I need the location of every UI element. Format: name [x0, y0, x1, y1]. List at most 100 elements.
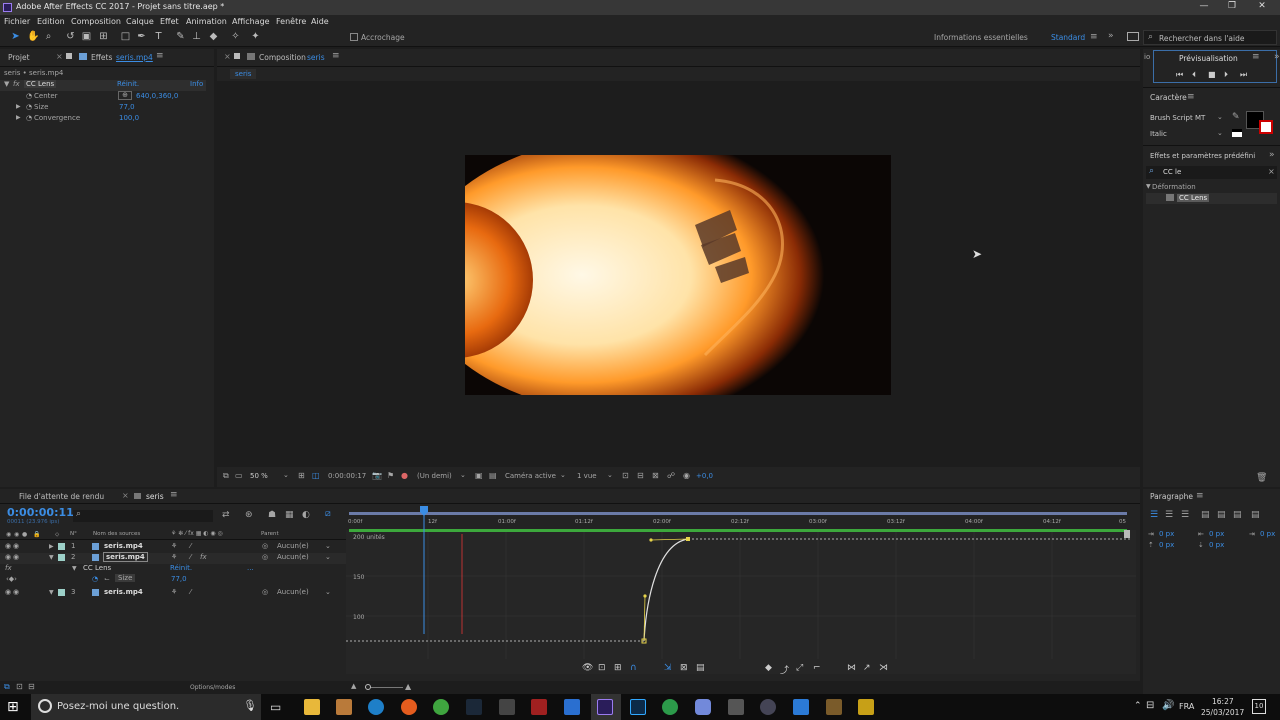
snap-checkbox[interactable] [350, 33, 358, 41]
fx-icon[interactable]: fx [13, 80, 20, 88]
steam-icon[interactable] [466, 699, 482, 715]
effect-result-row[interactable]: CC Lens [1146, 193, 1277, 204]
preview-icon[interactable]: ▭ [235, 471, 243, 480]
menu-composition[interactable]: Composition [71, 17, 121, 26]
expand-arrow-icon[interactable]: ▶ [16, 114, 21, 121]
menu-aide[interactable]: Aide [311, 17, 329, 26]
region-icon[interactable]: ▣ [475, 471, 483, 480]
snapshot-icon[interactable]: 📷 [372, 471, 382, 480]
space-after-value[interactable]: 0 px [1209, 541, 1224, 549]
expand-arrow-icon[interactable]: ▼ [49, 589, 54, 596]
tab-project[interactable]: Projet [8, 53, 30, 62]
ease-in-icon[interactable]: ↗ [863, 663, 871, 673]
shy-switch-icon[interactable]: ⚘ [171, 588, 177, 596]
in-out-icon[interactable]: ⊟ [28, 682, 35, 691]
tray-expand-icon[interactable]: ⌃ [1134, 701, 1142, 711]
photoshop-taskbar-icon[interactable] [630, 699, 646, 715]
menu-calque[interactable]: Calque [126, 17, 154, 26]
timeline-icon[interactable]: ⊠ [652, 471, 659, 480]
keyframe-nav-icon[interactable]: ‹◆› [6, 575, 17, 583]
timeline-timecode[interactable]: 0:00:00:11 [7, 506, 74, 519]
network-icon[interactable]: ⊟ [1146, 700, 1154, 711]
layer-parent[interactable]: Aucun(e) [277, 588, 309, 596]
expand-arrow-icon[interactable]: ▼ [4, 80, 9, 88]
close-tab-icon[interactable]: × [56, 52, 63, 61]
eyedropper-icon[interactable]: ✎ [1232, 112, 1240, 122]
expand-icon[interactable]: » [1269, 150, 1275, 160]
lock-icon[interactable] [234, 53, 240, 59]
utorrent-icon[interactable] [662, 699, 678, 715]
label-color-icon[interactable] [58, 554, 65, 561]
tab-composition[interactable]: Composition [259, 53, 306, 62]
pickwhip-icon[interactable]: ◎ [262, 588, 268, 596]
workspace-standard[interactable]: Standard [1051, 33, 1085, 42]
subrow-effect-name[interactable]: CC Lens [83, 564, 111, 572]
align-right-icon[interactable]: ☰ [1181, 510, 1189, 520]
app-icon[interactable] [728, 699, 744, 715]
rotate-tool-icon[interactable]: ↺ [65, 31, 76, 42]
clock-time[interactable]: 16:27 [1212, 697, 1234, 706]
transparency-icon[interactable]: ▤ [489, 471, 497, 480]
speaker-icon[interactable]: ◉ [13, 553, 19, 561]
fit-all-icon[interactable]: ▤ [696, 663, 705, 673]
flowchart-icon[interactable]: ☍ [667, 471, 675, 480]
app-icon[interactable] [826, 699, 842, 715]
effects-search-input[interactable]: ⌕ CC le × [1146, 166, 1277, 179]
camera-tool-icon[interactable]: ▣ [81, 31, 92, 42]
close-tab-icon[interactable]: × [224, 52, 231, 61]
delete-icon[interactable]: 🗑 [1256, 473, 1267, 483]
pickwhip-icon[interactable]: ◎ [262, 542, 268, 550]
effect-subrow[interactable]: fx ▼ CC Lens Réinit. ... [0, 564, 346, 575]
zoom-out-icon[interactable]: ▲ [351, 682, 356, 690]
comp-subtab[interactable]: seris [230, 69, 257, 79]
subrow-reset-more[interactable]: ... [247, 564, 254, 572]
audio-toggle-icon[interactable]: ◉ [14, 531, 19, 538]
zoom-in-icon[interactable]: ▲ [405, 682, 411, 691]
draft-3d-icon[interactable]: ⊛ [245, 510, 253, 520]
layer-search-input[interactable]: ⌕ [73, 509, 213, 522]
indent-right-value[interactable]: 0 px [1209, 530, 1224, 538]
fx-icon[interactable]: fx [5, 564, 12, 572]
prop-size-value[interactable]: 77,0 [119, 103, 135, 111]
info-link[interactable]: Info [190, 80, 203, 88]
after-effects-taskbar-icon[interactable] [597, 699, 613, 715]
maximize-button[interactable]: ❐ [1222, 1, 1242, 14]
notification-icon[interactable]: 10 [1252, 699, 1266, 714]
zoom-select[interactable]: 50 % [250, 472, 268, 480]
expand-arrow-icon[interactable]: ▼ [72, 565, 77, 572]
options-modes-toggle[interactable]: Options/modes [190, 684, 235, 691]
speaker-icon[interactable]: ◉ [13, 542, 19, 550]
microphone-icon[interactable]: 🎙 [243, 699, 257, 712]
font-select[interactable]: Brush Script MT [1150, 114, 1205, 122]
shy-switch-icon[interactable]: ⚘ [171, 542, 177, 550]
stroke-color-swatch[interactable] [1259, 120, 1273, 134]
shy-switch-icon[interactable]: ⚘ [171, 553, 177, 561]
next-frame-icon[interactable]: ⏵ [1224, 70, 1228, 80]
clone-stamp-tool-icon[interactable]: ⊥ [191, 31, 202, 42]
last-frame-icon[interactable]: ⏭ [1240, 70, 1247, 80]
show-properties-icon[interactable]: 👁 [582, 663, 593, 673]
comp-timecode[interactable]: 0:00:00:17 [328, 472, 366, 480]
show-snapshot-icon[interactable]: ⚑ [387, 471, 394, 480]
first-frame-icon[interactable]: ⏮ [1176, 70, 1183, 80]
transfer-controls-icon[interactable]: ⊡ [16, 682, 23, 691]
speaker-icon[interactable]: ◉ [13, 588, 19, 596]
layer-name[interactable]: seris.mp4 [104, 542, 143, 550]
video-toggle-icon[interactable]: ◉ [6, 531, 11, 538]
mask-icon[interactable]: ◫ [312, 471, 320, 480]
transform-box-icon[interactable]: ⊞ [614, 663, 622, 673]
menu-fenetre[interactable]: Fenêtre [276, 17, 306, 26]
layer-row[interactable]: ◉ ◉ ▼ 3 seris.mp4 ⚘ ⁄ ◎ Aucun(e) ⌄ [0, 588, 346, 599]
expand-arrow-icon[interactable]: ▶ [49, 543, 54, 550]
workspace-menu-icon[interactable]: ≡ [1090, 32, 1098, 42]
shy-icon[interactable]: ☗ [268, 510, 276, 520]
zoom-slider-thumb[interactable] [365, 684, 371, 690]
layer-row[interactable]: ◉ ◉ ▼ 2 seris.mp4 ⚘ ⁄ fx ◎ Aucun(e) ⌄ [0, 552, 346, 564]
justify-right-icon[interactable]: ▤ [1233, 510, 1242, 520]
fast-draft-icon[interactable]: ⊟ [637, 471, 644, 480]
menu-affichage[interactable]: Affichage [232, 17, 270, 26]
menu-edition[interactable]: Edition [37, 17, 65, 26]
cortana-search[interactable]: Posez-moi une question. 🎙 [31, 694, 261, 720]
effect-result[interactable]: CC Lens [1177, 194, 1210, 202]
brush-tool-icon[interactable]: ✎ [175, 31, 186, 42]
